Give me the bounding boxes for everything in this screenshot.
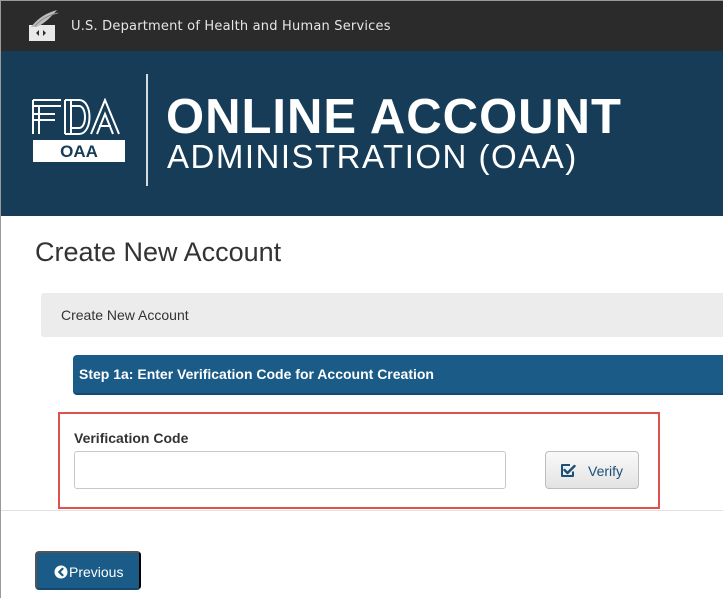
page-title: Create New Account xyxy=(35,237,282,267)
previous-button[interactable]: Previous xyxy=(35,551,141,590)
agency-name[interactable]: U.S. Department of Health and Human Serv… xyxy=(71,19,391,34)
panel-heading: Create New Account xyxy=(41,293,723,337)
fda-logo[interactable]: OAA xyxy=(31,98,127,164)
verify-button[interactable]: Verify xyxy=(545,451,639,489)
step-title: Step 1a: Enter Verification Code for Acc… xyxy=(79,366,434,382)
hhs-eagle-icon[interactable] xyxy=(27,9,61,43)
step-header: Step 1a: Enter Verification Code for Acc… xyxy=(73,355,723,395)
panel-heading-text: Create New Account xyxy=(61,307,189,323)
hhs-header-bar: U.S. Department of Health and Human Serv… xyxy=(1,1,723,51)
fda-logo-badge: OAA xyxy=(60,142,98,161)
section-divider xyxy=(1,510,723,511)
verification-code-label: Verification Code xyxy=(74,430,189,446)
banner-title-line1: ONLINE ACCOUNT xyxy=(166,90,622,144)
banner-divider xyxy=(146,74,148,186)
verify-button-label: Verify xyxy=(588,463,624,479)
chevron-left-circle-icon xyxy=(54,565,68,579)
verification-code-input[interactable] xyxy=(74,451,506,489)
previous-button-label: Previous xyxy=(69,564,124,580)
check-square-icon xyxy=(561,464,576,477)
banner-title-line2: ADMINISTRATION (OAA) xyxy=(167,138,578,175)
page-frame: U.S. Department of Health and Human Serv… xyxy=(0,0,723,598)
